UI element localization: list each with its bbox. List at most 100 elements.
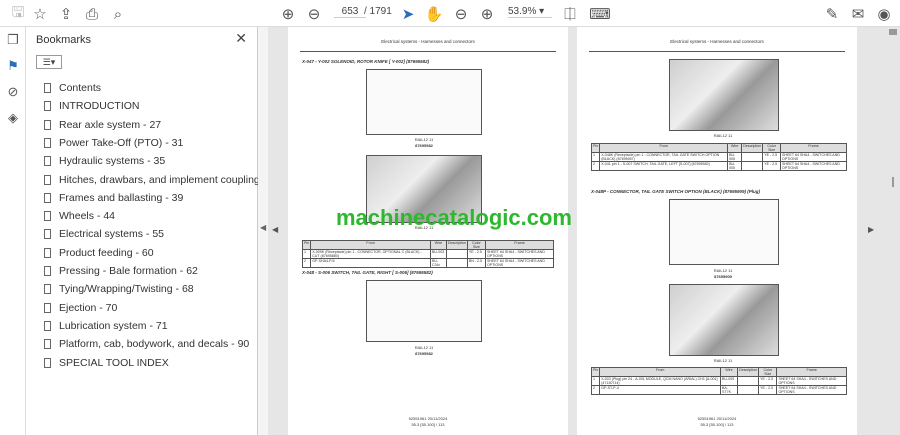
table-cell: BU-C34r [430,258,447,268]
bookmark-label: Hitches, drawbars, and implement couplin… [59,173,287,186]
document-view[interactable]: Electrical systems - Harnesses and conne… [268,27,900,435]
table-cell: 2 [301,258,312,268]
table-cell: SHEET 64 SHA4 - SWITCHES AND OPTIONS [776,385,847,395]
table-cell: BN - 2.5 [466,258,487,268]
bookmark-item[interactable]: Platform, cab, bodywork, and decals - 90 [44,338,249,350]
bookmark-item[interactable]: Wheels - 44 [44,210,115,222]
zoom-in-icon[interactable]: ⊕ [477,4,497,24]
table-row: 1 X-009K (Receptacle) pin 1 - CONNECTOR, … [301,249,554,259]
table-cell: YE - 2.5 [758,376,778,386]
table-cell: 2 [590,385,601,395]
account-icon[interactable]: ◉ [874,4,894,24]
bookmark-item[interactable]: Product feeding - 60 [44,247,154,259]
options-dropdown[interactable]: ☰▾ [36,55,62,69]
table-cell: GP-ST-P-4 [599,385,722,395]
bookmark-label: Hydraulic systems - 35 [59,155,166,168]
layers-icon[interactable]: ◈ [0,105,26,131]
close-icon[interactable]: ✕ [235,30,247,47]
column-header: Description [445,240,468,250]
panel-collapse-handle[interactable]: ◀ [258,27,268,435]
sign-icon[interactable]: ✎ [822,4,842,24]
save-icon[interactable]: 🖫 [8,4,28,24]
section-heading: X-047 - Y-002 SOLENOID, ROTOR KNIFE [ Y-… [302,59,430,64]
bookmark-item[interactable]: Contents [44,82,101,94]
panel-title: Bookmarks [36,34,92,46]
column-header: Description [737,367,760,377]
column-header: Frame [776,367,847,377]
search-icon[interactable]: ⌕ [108,4,128,24]
bookmark-item[interactable]: Lubrication system - 71 [44,320,168,332]
table-cell: 1 [590,152,601,162]
table-cell [445,249,468,259]
previous-page-arrow[interactable]: ◀ [272,225,278,234]
upload-cloud-icon[interactable]: ⇪ [56,4,76,24]
page-down-icon[interactable]: ⊖ [304,4,324,24]
zoom-select[interactable]: 53.9% ▾ [508,6,552,18]
page-number-input[interactable] [334,6,366,18]
part-number: 87695582 [415,351,433,356]
table-cell: GP-SHA4-P/4 [310,258,432,268]
table-cell: X-009K (Receptacle) pin 1 - CONNECTOR, O… [310,249,432,259]
select-cursor-icon[interactable]: ➤ [398,4,418,24]
column-header: From [599,367,722,377]
bookmark-item[interactable]: Rear axle system - 27 [44,119,161,131]
bookmark-icon [44,247,51,258]
scrollbar-thumb[interactable] [892,177,894,187]
location-photo [669,284,779,356]
table-header: Pin From Wire Description Color Size Frame [590,143,847,153]
bookmark-label: Wheels - 44 [59,210,116,223]
table-cell: BU-005 [727,152,743,162]
bookmark-label: SPECIAL TOOL INDEX [59,356,169,369]
pin-table: Pin From Wire Description Color Size Frame 1 X-… [301,240,554,268]
column-header: Frame [485,240,554,250]
table-cell: X-048K (Receptacle) pin 1 - CONNECTOR, T… [599,152,729,162]
bookmark-item[interactable]: Tying/Wrapping/Twisting - 68 [44,283,194,295]
pages-icon[interactable]: ❐ [0,27,26,53]
bookmark-item[interactable]: Ejection - 70 [44,302,117,314]
column-header: Color Size [758,367,778,377]
bookmarks-panel: Bookmarks ✕ ☰▾ Contents INTRODUCTION Rear … [26,27,286,435]
figure-caption: RAIL12 11 [713,268,733,273]
bookmark-icon [44,101,51,112]
pin-table: Pin From Wire Description Color Size Frame 1 X-… [590,143,847,171]
bookmark-item[interactable]: Electrical systems - 55 [44,228,164,240]
keyboard-icon[interactable]: ⌨ [589,4,611,24]
bookmark-item[interactable]: Hitches, drawbars, and implement couplin… [44,174,286,186]
column-header: Wire [430,240,447,250]
bookmark-item[interactable]: Pressing - Bale formation - 62 [44,265,198,277]
bookmark-item[interactable]: INTRODUCTION [44,100,140,112]
print-icon[interactable]: ⎙ [82,4,102,24]
hand-icon[interactable]: ✋ [424,4,444,24]
bookmark-icon [44,192,51,203]
page-number: 55.3 [55.100] / 113 [700,422,734,427]
bookmark-icon[interactable]: ⚑ [0,53,26,79]
bookmark-icon [44,137,51,148]
bookmark-label: INTRODUCTION [59,100,140,113]
column-header: Wire [720,367,739,377]
fit-page-icon[interactable]: ⎅ [560,4,580,24]
table-cell [737,376,760,386]
attachment-icon[interactable]: ⊘ [0,79,26,105]
mail-icon[interactable]: ✉ [848,4,868,24]
bookmark-item[interactable]: Frames and ballasting - 39 [44,192,183,204]
zoom-out-icon[interactable]: ⊖ [451,4,471,24]
bookmark-label: Power Take-Off (PTO) - 31 [59,136,184,149]
bookmark-label: Lubrication system - 71 [59,319,168,332]
bookmark-icon [44,83,51,93]
table-cell: YE - 2.5 [762,152,782,162]
bookmark-icon [44,302,51,313]
bookmark-item[interactable]: Power Take-Off (PTO) - 31 [44,137,183,149]
table-cell [445,258,468,268]
bookmark-icon [44,339,51,350]
column-header: Description [741,143,764,153]
table-cell: X-003 (Plug) pin 24 - A-001 MODULE, QCM … [599,376,722,386]
page-total: / 1791 [364,6,392,17]
next-page-arrow[interactable]: ▶ [868,225,874,234]
bookmark-item[interactable]: Hydraulic systems - 35 [44,155,165,167]
page-up-icon[interactable]: ⊕ [278,4,298,24]
vertical-scrollbar[interactable] [886,27,900,435]
bookmark-item[interactable]: SPECIAL TOOL INDEX [44,357,169,369]
table-cell: YE - 2.5 [466,249,487,259]
table-row: 2 GP-SHA4-P/4 BU-C34r BN - 2.5 SHEET 64 SHA4… [301,258,554,268]
star-icon[interactable]: ☆ [30,4,50,24]
